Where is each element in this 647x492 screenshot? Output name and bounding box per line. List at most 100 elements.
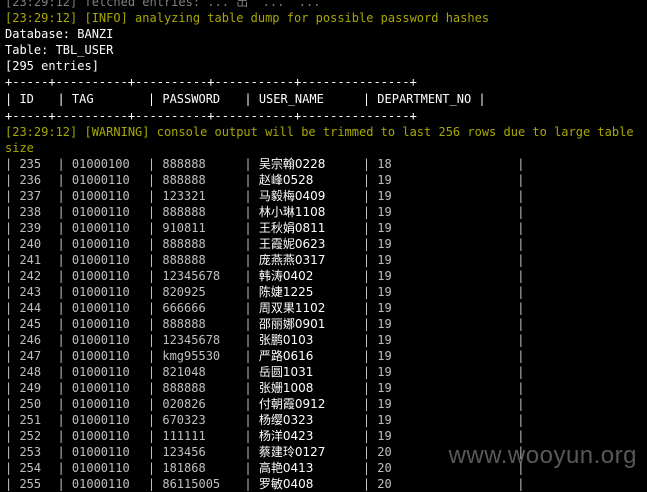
row-id: 237 xyxy=(19,189,42,203)
row-department-no: 19 xyxy=(377,237,392,251)
row-department-no: 19 xyxy=(377,269,392,283)
row-user-name: 马毅梅0409 xyxy=(258,189,326,203)
row-tag: 01000110 xyxy=(71,333,130,347)
row-id: 245 xyxy=(19,317,42,331)
row-id: 249 xyxy=(19,381,42,395)
table-header-row: | ID | TAG | PASSWORD | USER_NAME | DEPARTME… xyxy=(5,92,486,106)
row-tag: 01000110 xyxy=(71,301,130,315)
row-tag: 01000110 xyxy=(71,253,130,267)
row-department-no: 19 xyxy=(377,301,392,315)
info-log-line: [23:29:12] [INFO] analyzing table dump f… xyxy=(5,11,490,25)
row-tag: 01000110 xyxy=(71,349,130,363)
table-row: | 239 | 01000110 | 910811 | 王秋娟0811 | 19 | xyxy=(5,221,525,235)
row-department-no: 19 xyxy=(377,189,392,203)
row-user-name: 付朝霞0912 xyxy=(258,397,326,411)
row-user-name: 岳圆1031 xyxy=(258,365,314,379)
table-row: | 247 | 01000110 | kmg95530 | 严路0616 | 19 | xyxy=(5,349,525,363)
row-department-no: 20 xyxy=(377,477,392,491)
entries-count-line: [295 entries] xyxy=(5,59,99,73)
row-id: 255 xyxy=(19,477,42,491)
row-password: 888888 xyxy=(162,157,206,171)
row-password: 888888 xyxy=(162,173,206,187)
table-row: | 235 | 01000100 | 888888 | 吴宗翰0228 | 18 | xyxy=(5,157,525,171)
table-row: | 242 | 01000110 | 12345678 | 韩涛0402 | 19 | xyxy=(5,269,525,283)
row-user-name: 韩涛0402 xyxy=(258,269,314,283)
row-id: 235 xyxy=(19,157,42,171)
row-department-no: 19 xyxy=(377,397,392,411)
row-tag: 01000110 xyxy=(71,285,130,299)
table-row: | 241 | 01000110 | 888888 | 庞燕燕0317 | 19 | xyxy=(5,253,525,267)
row-id: 241 xyxy=(19,253,42,267)
row-password: 020826 xyxy=(162,397,206,411)
row-tag: 01000110 xyxy=(71,397,130,411)
row-department-no: 19 xyxy=(377,333,392,347)
warning-log-line: [23:29:12] [WARNING] console output will… xyxy=(5,125,634,155)
row-password: 12345678 xyxy=(162,333,221,347)
row-user-name: 王霞妮0623 xyxy=(258,237,326,251)
row-tag: 01000110 xyxy=(71,429,130,443)
row-tag: 01000110 xyxy=(71,221,130,235)
row-tag: 01000100 xyxy=(71,157,130,171)
row-password: 123321 xyxy=(162,189,206,203)
row-tag: 01000110 xyxy=(71,413,130,427)
row-id: 240 xyxy=(19,237,42,251)
table-line: Table: TBL_USER xyxy=(5,43,114,57)
table-row: | 244 | 01000110 | 666666 | 周双果1102 | 19 | xyxy=(5,301,525,315)
row-user-name: 高艳0413 xyxy=(258,461,314,475)
row-user-name: 庞燕燕0317 xyxy=(258,253,326,267)
row-password: 888888 xyxy=(162,237,206,251)
table-border-bottom: +-----+----------+----------+-----------… xyxy=(5,109,417,123)
row-tag: 01000110 xyxy=(71,365,130,379)
row-department-no: 19 xyxy=(377,221,392,235)
row-user-name: 邵丽娜0901 xyxy=(258,317,326,331)
row-user-name: 杨缨0323 xyxy=(258,413,314,427)
row-department-no: 19 xyxy=(377,413,392,427)
row-password: 181868 xyxy=(162,461,206,475)
row-password: 666666 xyxy=(162,301,206,315)
row-user-name: 王秋娟0811 xyxy=(258,221,326,235)
row-password: 12345678 xyxy=(162,269,221,283)
table-row: | 240 | 01000110 | 888888 | 王霞妮0623 | 19 | xyxy=(5,237,525,251)
row-user-name: 周双果1102 xyxy=(258,301,326,315)
row-tag: 01000110 xyxy=(71,461,130,475)
row-id: 254 xyxy=(19,461,42,475)
row-password: 888888 xyxy=(162,381,206,395)
row-user-name: 林小琳1108 xyxy=(258,205,326,219)
row-password: kmg95530 xyxy=(162,349,221,363)
row-password: 910811 xyxy=(162,221,206,235)
table-border-top: +-----+----------+----------+-----------… xyxy=(5,75,417,89)
row-tag: 01000110 xyxy=(71,205,130,219)
row-id: 239 xyxy=(19,221,42,235)
row-department-no: 19 xyxy=(377,349,392,363)
row-department-no: 19 xyxy=(377,285,392,299)
table-row: | 236 | 01000110 | 888888 | 赵峰0528 | 19 | xyxy=(5,173,525,187)
header-password: PASSWORD xyxy=(162,92,221,106)
row-id: 244 xyxy=(19,301,42,315)
row-id: 238 xyxy=(19,205,42,219)
row-id: 250 xyxy=(19,397,42,411)
table-row: | 237 | 01000110 | 123321 | 马毅梅0409 | 19 | xyxy=(5,189,525,203)
row-password: 123456 xyxy=(162,445,206,459)
row-user-name: 严路0616 xyxy=(258,349,314,363)
row-user-name: 张鹏0103 xyxy=(258,333,314,347)
row-department-no: 19 xyxy=(377,173,392,187)
row-id: 242 xyxy=(19,269,42,283)
table-row: | 243 | 01000110 | 820925 | 陈婕1225 | 19 | xyxy=(5,285,525,299)
row-password: 670323 xyxy=(162,413,206,427)
row-password: 888888 xyxy=(162,317,206,331)
row-tag: 01000110 xyxy=(71,381,130,395)
table-row: | 248 | 01000110 | 821048 | 岳圆1031 | 19 | xyxy=(5,365,525,379)
row-password: 888888 xyxy=(162,253,206,267)
row-password: 821048 xyxy=(162,365,206,379)
row-id: 243 xyxy=(19,285,42,299)
row-id: 247 xyxy=(19,349,42,363)
row-department-no: 19 xyxy=(377,365,392,379)
row-user-name: 罗敏0408 xyxy=(258,477,314,491)
header-id: ID xyxy=(19,92,34,106)
row-tag: 01000110 xyxy=(71,269,130,283)
watermark: www.wooyun.org xyxy=(448,442,637,469)
header-department-no: DEPARTMENT_NO xyxy=(377,92,472,106)
row-password: 111111 xyxy=(162,429,206,443)
row-tag: 01000110 xyxy=(71,445,130,459)
row-user-name: 陈婕1225 xyxy=(258,285,314,299)
